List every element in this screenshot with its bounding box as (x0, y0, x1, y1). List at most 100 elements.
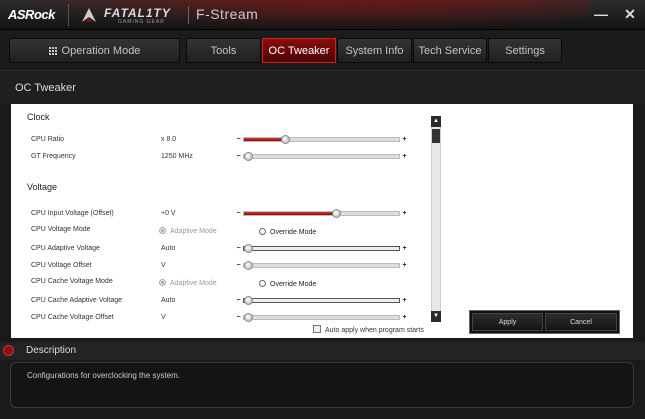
cpu-cache-voltage-offset-slider[interactable]: − + (235, 313, 408, 323)
cpu-cache-adaptive-voltage-slider[interactable]: − + (235, 296, 408, 306)
increase-button[interactable]: + (401, 245, 408, 252)
settings-panel: Clock CPU Ratio x 8.0 − + GT Frequency 1… (11, 104, 633, 338)
cpu-input-voltage-value: +0 V (161, 210, 176, 217)
tab-operation-mode-label: Operation Mode (61, 45, 141, 57)
cpu-voltage-offset-label: CPU Voltage Offset (31, 262, 92, 269)
cpu-voltage-mode-label: CPU Voltage Mode (31, 226, 91, 233)
cpu-adaptive-voltage-label: CPU Adaptive Voltage (31, 245, 100, 252)
tab-tech-service[interactable]: Tech Service (413, 38, 487, 63)
description-header: Description (0, 342, 645, 360)
asrock-logo: ASRock (8, 7, 55, 22)
slider-track[interactable] (243, 152, 400, 161)
slider-fill (244, 212, 336, 215)
decrease-button[interactable]: − (235, 314, 242, 321)
tab-system-info[interactable]: System Info (337, 38, 412, 63)
title-divider (188, 6, 189, 24)
increase-button[interactable]: + (401, 153, 408, 160)
title-bar: ASRock FATAL1TY GAMING GEAR F-Stream — ✕ (0, 0, 645, 30)
auto-apply-label: Auto apply when program starts (325, 327, 424, 334)
scroll-up-icon[interactable]: ▲ (431, 116, 441, 127)
cpu-cache-voltage-offset-label: CPU Cache Voltage Offset (31, 314, 114, 321)
cpu-cache-voltage-mode-label: CPU Cache Voltage Mode (31, 278, 113, 285)
slider-thumb[interactable] (332, 209, 341, 218)
fatality-text: FATAL1TY (104, 6, 171, 20)
slider-track[interactable] (243, 135, 400, 144)
scroll-down-icon[interactable]: ▼ (431, 311, 441, 322)
slider-track[interactable] (243, 313, 400, 322)
page-title: OC Tweaker (15, 82, 76, 94)
radio-label: Override Mode (270, 229, 317, 236)
tab-tools[interactable]: Tools (186, 38, 261, 63)
decrease-button[interactable]: − (235, 136, 242, 143)
cpu-cache-voltage-offset-value: V (161, 314, 166, 321)
logo-divider (68, 4, 69, 26)
app-title: F-Stream (196, 6, 259, 22)
cpu-input-voltage-slider[interactable]: − + (235, 209, 408, 219)
cpu-voltage-offset-slider[interactable]: − + (235, 261, 408, 271)
radio-dot (159, 279, 166, 286)
cpu-override-mode-radio[interactable]: Override Mode (259, 228, 316, 236)
description-title: Description (26, 345, 77, 356)
cpu-adaptive-mode-radio: Adaptive Mode (159, 227, 217, 235)
radio-dot[interactable] (259, 228, 266, 235)
description-text: Configurations for overclocking the syst… (27, 371, 180, 380)
cpu-ratio-label: CPU Ratio (31, 136, 65, 143)
cpu-adaptive-voltage-slider[interactable]: − + (235, 244, 408, 254)
tab-oc-tweaker[interactable]: OC Tweaker (262, 38, 336, 63)
tab-bar: Operation Mode Tools OC Tweaker System I… (0, 30, 645, 70)
close-button[interactable]: ✕ (618, 3, 642, 25)
decrease-button[interactable]: − (235, 297, 242, 304)
increase-button[interactable]: + (401, 136, 408, 143)
increase-button[interactable]: + (401, 297, 408, 304)
tab-operation-mode[interactable]: Operation Mode (9, 38, 180, 63)
checkbox-box[interactable] (313, 325, 321, 333)
decrease-button[interactable]: − (235, 245, 242, 252)
slider-track[interactable] (243, 209, 400, 218)
description-box: Configurations for overclocking the syst… (10, 362, 634, 408)
radio-label: Override Mode (270, 281, 317, 288)
section-clock: Clock (27, 112, 50, 122)
gt-frequency-value: 1250 MHz (161, 153, 193, 160)
vertical-scrollbar[interactable]: ▲ ▼ (431, 116, 441, 322)
slider-fill (244, 138, 285, 141)
gaming-gear-text: GAMING GEAR (118, 19, 165, 25)
radio-label: Adaptive Mode (170, 280, 217, 287)
apply-button[interactable]: Apply (472, 313, 543, 331)
slider-thumb[interactable] (281, 135, 290, 144)
radio-label: Adaptive Mode (170, 228, 217, 235)
radio-dot[interactable] (259, 280, 266, 287)
minimize-button[interactable]: — (589, 3, 613, 25)
cpu-adaptive-voltage-value: Auto (161, 245, 176, 252)
tab-settings[interactable]: Settings (488, 38, 562, 63)
radio-dot (159, 227, 166, 234)
increase-button[interactable]: + (401, 210, 408, 217)
slider-thumb[interactable] (244, 313, 253, 322)
auto-apply-checkbox[interactable]: Auto apply when program starts (313, 325, 424, 334)
fatality-logo-icon (82, 8, 96, 22)
cache-override-mode-radio[interactable]: Override Mode (259, 280, 316, 288)
increase-button[interactable]: + (401, 262, 408, 269)
slider-thumb[interactable] (244, 296, 253, 305)
action-buttons: Apply Cancel (469, 310, 620, 334)
increase-button[interactable]: + (401, 314, 408, 321)
scroll-thumb[interactable] (432, 129, 440, 143)
slider-track[interactable] (243, 296, 400, 305)
cpu-ratio-slider[interactable]: − + (235, 135, 408, 145)
decrease-button[interactable]: − (235, 262, 242, 269)
slider-thumb[interactable] (244, 261, 253, 270)
slider-track[interactable] (243, 261, 400, 270)
cpu-ratio-value: x 8.0 (161, 136, 177, 143)
description-icon (3, 345, 14, 356)
cpu-cache-adaptive-voltage-value: Auto (161, 297, 176, 304)
decrease-button[interactable]: − (235, 210, 242, 217)
grid-icon (48, 47, 57, 55)
decrease-button[interactable]: − (235, 153, 242, 160)
cache-adaptive-mode-radio: Adaptive Mode (159, 279, 217, 287)
slider-track[interactable] (243, 244, 400, 253)
cancel-button[interactable]: Cancel (545, 313, 617, 331)
cpu-cache-adaptive-voltage-label: CPU Cache Adaptive Voltage (31, 297, 123, 304)
slider-thumb[interactable] (244, 244, 253, 253)
gt-frequency-slider[interactable]: − + (235, 152, 408, 162)
slider-thumb[interactable] (244, 152, 253, 161)
gt-frequency-label: GT Frequency (31, 153, 76, 160)
